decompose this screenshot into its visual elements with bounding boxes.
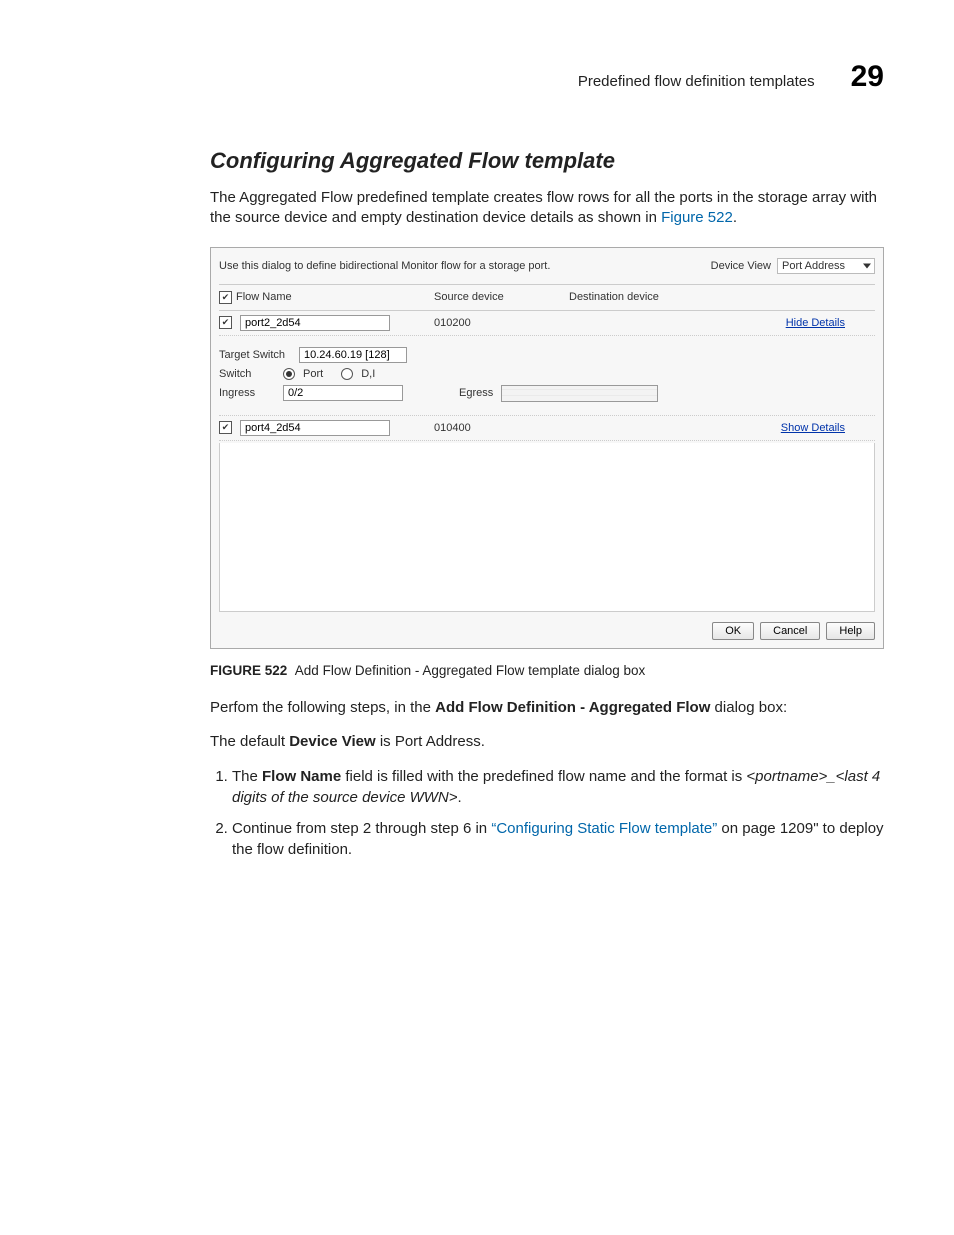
header-destination: Destination device [569,291,875,304]
row1-details-pane: Target Switch Switch Port D,I Ingress Eg… [219,336,875,416]
radio-port[interactable] [283,368,295,380]
device-view-control[interactable]: Device View Port Address [711,258,875,274]
device-view-dropdown[interactable]: Port Address [777,258,875,274]
intro-paragraph: The Aggregated Flow predefined template … [210,188,884,229]
row1-source: 010200 [434,317,569,329]
radio-dj[interactable] [341,368,353,380]
dialog-instruction: Use this dialog to define bidirectional … [219,260,550,272]
column-headers: ✔ Flow Name Source device Destination de… [219,284,875,311]
row1-checkbox[interactable]: ✔ [219,316,232,329]
steps-list: The Flow Name field is filled with the p… [210,766,884,860]
radio-dj-label: D,I [361,368,375,380]
figure-label: FIGURE 522 [210,663,287,678]
row2-checkbox[interactable]: ✔ [219,421,232,434]
target-switch-input[interactable] [299,347,407,363]
step-2: Continue from step 2 through step 6 in “… [232,818,884,860]
dialog-button-bar: OK Cancel Help [219,622,875,640]
header-source: Source device [434,291,569,304]
figure-caption-text: Add Flow Definition - Aggregated Flow te… [295,663,645,678]
show-details-link[interactable]: Show Details [781,422,845,434]
intro-text-a: The Aggregated Flow predefined template … [210,189,877,226]
dialog-figure: Use this dialog to define bidirectional … [210,247,884,649]
intro-text-b: . [733,209,737,226]
row2-flowname-input[interactable] [240,420,390,436]
static-flow-link[interactable]: “Configuring Static Flow template” [491,820,717,837]
row1-flowname-input[interactable] [240,315,390,331]
target-switch-label: Target Switch [219,349,291,361]
radio-port-label: Port [303,368,323,380]
cancel-button[interactable]: Cancel [760,622,820,640]
running-header: Predefined flow definition templates 29 [70,60,884,94]
flow-row-2: ✔ 010400 Show Details [219,416,875,441]
hide-details-link[interactable]: Hide Details [786,317,845,329]
header-checkbox[interactable]: ✔ [219,291,232,304]
switch-label: Switch [219,368,275,380]
egress-label: Egress [459,387,493,399]
egress-input[interactable] [501,385,658,402]
running-title: Predefined flow definition templates [578,73,815,90]
perform-paragraph: Perfom the following steps, in the Add F… [210,698,884,718]
page-number: 29 [851,60,884,94]
ingress-input[interactable] [283,385,403,401]
help-button[interactable]: Help [826,622,875,640]
row2-source: 010400 [434,422,569,434]
device-view-label: Device View [711,260,771,272]
header-flow-name: Flow Name [236,291,292,303]
section-title: Configuring Aggregated Flow template [210,148,884,174]
ingress-label: Ingress [219,387,275,399]
flow-list-empty-area [219,443,875,612]
step-1: The Flow Name field is filled with the p… [232,766,884,808]
figure-caption: FIGURE 522 Add Flow Definition - Aggrega… [210,663,884,678]
ok-button[interactable]: OK [712,622,754,640]
figure-link[interactable]: Figure 522 [661,209,733,226]
default-view-paragraph: The default Device View is Port Address. [210,732,884,752]
flow-row-1: ✔ 010200 Hide Details [219,311,875,336]
